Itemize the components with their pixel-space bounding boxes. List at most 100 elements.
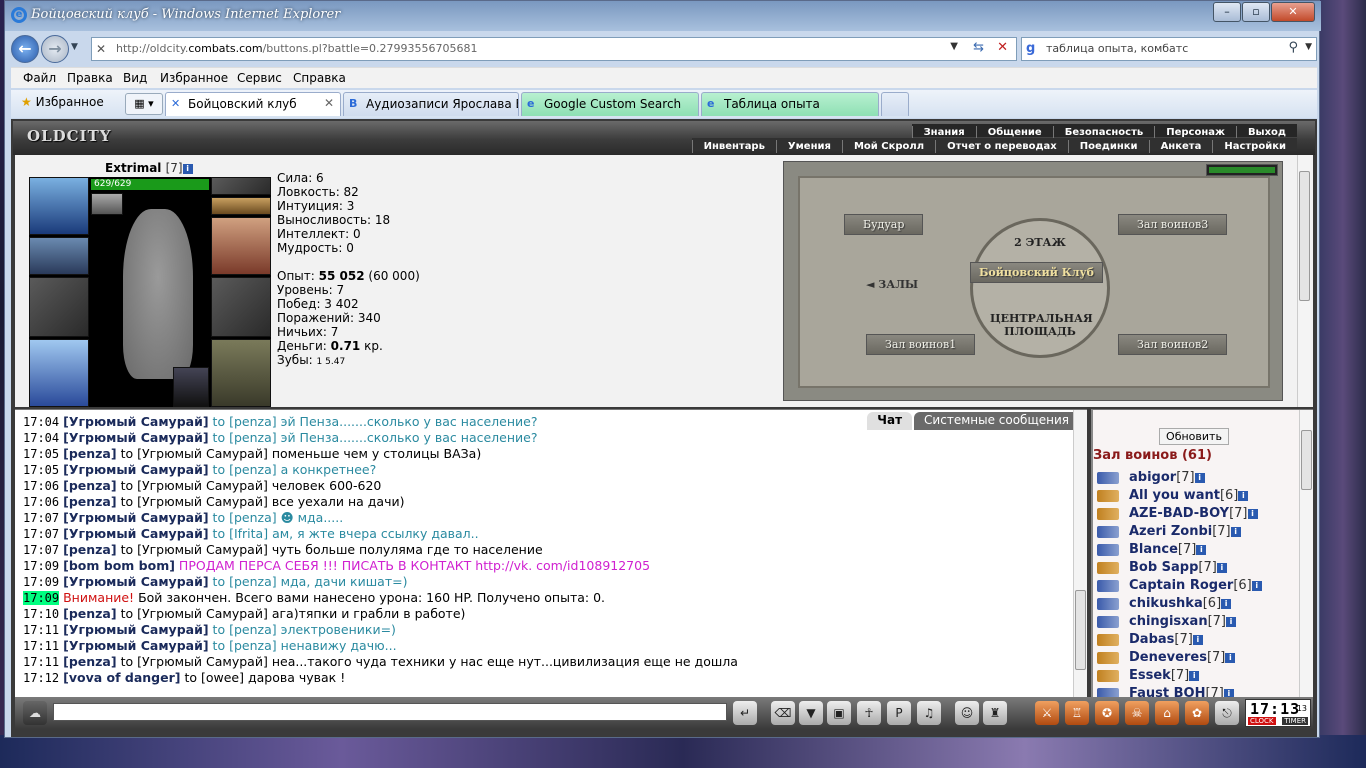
forward-button[interactable]: → bbox=[41, 35, 69, 63]
private-message-icon[interactable] bbox=[1097, 634, 1119, 646]
private-message-icon[interactable] bbox=[1097, 544, 1119, 556]
top-scrollbar[interactable] bbox=[1297, 155, 1311, 407]
chat-nick[interactable]: [Угрюмый Самурай] bbox=[63, 526, 208, 541]
info-icon[interactable]: i bbox=[182, 164, 193, 174]
user-list-item[interactable]: Azeri Zonbi[7] i bbox=[1097, 524, 1297, 542]
user-list-item[interactable]: Dabas[7] i bbox=[1097, 632, 1297, 650]
chat-time[interactable]: 17:09 bbox=[23, 559, 59, 573]
chat-nick[interactable]: [vova of danger] bbox=[63, 670, 180, 685]
chat-nick[interactable]: [penza] bbox=[63, 478, 116, 493]
smile-icon[interactable]: ☺ bbox=[955, 701, 979, 725]
exit-icon[interactable]: ⎋ bbox=[1215, 701, 1239, 725]
private-message-icon[interactable] bbox=[1097, 472, 1119, 484]
submenu-settings[interactable]: Настройки bbox=[1212, 140, 1297, 153]
user-list-item[interactable]: Blance[7] i bbox=[1097, 542, 1297, 560]
chat-time[interactable]: 17:04 bbox=[23, 415, 59, 429]
quick-tabs-button[interactable]: ▦ ▾ bbox=[125, 93, 163, 115]
chat-nick[interactable]: [penza] bbox=[63, 446, 116, 461]
translit-icon[interactable]: Р bbox=[887, 701, 911, 725]
info-icon[interactable]: i bbox=[1216, 563, 1227, 573]
bag-icon[interactable]: ♖ bbox=[1065, 701, 1089, 725]
minimize-button[interactable]: – bbox=[1213, 2, 1241, 22]
private-message-icon[interactable] bbox=[1097, 652, 1119, 664]
info-icon[interactable]: i bbox=[1189, 671, 1200, 681]
chat-recipient[interactable]: [penza] bbox=[229, 574, 277, 589]
info-icon[interactable]: i bbox=[1221, 599, 1232, 609]
chat-recipient[interactable]: [Угрюмый Самурай] bbox=[137, 542, 268, 557]
users-scrollbar[interactable] bbox=[1299, 410, 1313, 698]
user-name[interactable]: Deneveres bbox=[1129, 650, 1207, 665]
map-hall2[interactable]: Зал воинов2 bbox=[1118, 334, 1228, 355]
menu-edit[interactable]: Правка bbox=[67, 71, 113, 85]
weapon-left-slot[interactable] bbox=[29, 277, 89, 337]
user-list-item[interactable]: AZE-BAD-BOY[7] i bbox=[1097, 506, 1297, 524]
search-dropdown-icon[interactable]: ▼ bbox=[1305, 42, 1312, 52]
map-boudoir[interactable]: Будуар bbox=[844, 214, 924, 235]
user-list-item[interactable]: abigor[7] i bbox=[1097, 470, 1297, 488]
chat-nick[interactable]: [penza] bbox=[63, 654, 116, 669]
chat-time[interactable]: 17:11 bbox=[23, 639, 59, 653]
paw-icon[interactable]: ✿ bbox=[1185, 701, 1209, 725]
private-message-icon[interactable] bbox=[1097, 526, 1119, 538]
menu-help[interactable]: Справка bbox=[293, 71, 346, 85]
info-icon[interactable]: i bbox=[1226, 617, 1237, 627]
user-name[interactable]: abigor bbox=[1129, 470, 1176, 485]
info-icon[interactable]: i bbox=[1230, 527, 1241, 537]
map-halls-label[interactable]: ◄ ЗАЛЫ bbox=[866, 278, 918, 291]
chat-time[interactable]: 17:09 bbox=[23, 591, 60, 605]
private-message-icon[interactable] bbox=[1097, 490, 1119, 502]
info-icon[interactable]: i bbox=[1251, 581, 1262, 591]
map-central-square[interactable]: ЦЕНТРАЛЬНАЯ ПЛОЩАДЬ bbox=[990, 312, 1093, 338]
helmet-icon[interactable]: ♜ bbox=[983, 701, 1007, 725]
chat-time[interactable]: 17:07 bbox=[23, 527, 59, 541]
chat-nick[interactable]: [Угрюмый Самурай] bbox=[63, 574, 208, 589]
eraser-icon[interactable]: ⌫ bbox=[771, 701, 795, 725]
chat-mode-icon[interactable]: ☁ bbox=[23, 701, 47, 725]
private-message-icon[interactable] bbox=[1097, 670, 1119, 682]
user-name[interactable]: chikushka bbox=[1129, 596, 1203, 611]
chat-recipient[interactable]: [penza] bbox=[229, 414, 277, 429]
fighter-icon[interactable]: ☥ bbox=[857, 701, 881, 725]
helmet-slot[interactable] bbox=[29, 177, 89, 235]
back-button[interactable]: ← bbox=[11, 35, 39, 63]
user-name[interactable]: chingisxan bbox=[1129, 614, 1208, 629]
info-icon[interactable]: i bbox=[1238, 491, 1249, 501]
menu-tools[interactable]: Сервис bbox=[237, 71, 282, 85]
chat-recipient[interactable]: [Угрюмый Самурай] bbox=[137, 478, 268, 493]
private-message-icon[interactable] bbox=[1097, 580, 1119, 592]
chat-nick[interactable]: [Угрюмый Самурай] bbox=[63, 430, 208, 445]
info-icon[interactable]: i bbox=[1225, 653, 1236, 663]
chat-time[interactable]: 17:05 bbox=[23, 463, 59, 477]
user-list-item[interactable]: chingisxan[7] i bbox=[1097, 614, 1297, 632]
gloves-slot[interactable] bbox=[211, 217, 271, 275]
info-icon[interactable]: i bbox=[1192, 635, 1203, 645]
chat-nick[interactable]: [Угрюмый Самурай] bbox=[63, 462, 208, 477]
private-message-icon[interactable] bbox=[1097, 616, 1119, 628]
clan-icon[interactable]: ✪ bbox=[1095, 701, 1119, 725]
chat-time[interactable]: 17:11 bbox=[23, 655, 59, 669]
user-name[interactable]: All you want bbox=[1129, 488, 1220, 503]
filter-icon[interactable]: ▼ bbox=[799, 701, 823, 725]
info-icon[interactable]: i bbox=[1194, 473, 1205, 483]
chat-time[interactable]: 17:10 bbox=[23, 607, 59, 621]
search-input[interactable]: таблица опыта, комбатс bbox=[1046, 42, 1188, 55]
chat-time[interactable]: 17:06 bbox=[23, 495, 59, 509]
chat-nick[interactable]: [bom bom bom] bbox=[63, 558, 175, 573]
save-icon[interactable]: ▣ bbox=[827, 701, 851, 725]
character-nick[interactable]: Extrimal [7] i bbox=[105, 161, 193, 175]
tab-audio[interactable]: B Аудиозаписи Ярослава Б... bbox=[343, 92, 519, 116]
weapon-right-slot[interactable] bbox=[211, 277, 271, 337]
chat-recipient[interactable]: [owee] bbox=[201, 670, 244, 685]
chat-recipient[interactable]: [penza] bbox=[229, 510, 277, 525]
chat-recipient[interactable]: [Угрюмый Самурай] bbox=[137, 446, 268, 461]
submenu-inventory[interactable]: Инвентарь bbox=[691, 140, 776, 153]
tab-google-search[interactable]: e Google Custom Search bbox=[521, 92, 699, 116]
user-name[interactable]: Blance bbox=[1129, 542, 1178, 557]
map-fight-club[interactable]: Бойцовский Клуб bbox=[970, 262, 1103, 283]
user-name[interactable]: Dabas bbox=[1129, 632, 1174, 647]
pet-slot[interactable] bbox=[173, 367, 209, 407]
user-name[interactable]: Bob Sapp bbox=[1129, 560, 1198, 575]
refresh-button[interactable]: Обновить bbox=[1159, 428, 1229, 445]
chat-time[interactable]: 17:07 bbox=[23, 511, 59, 525]
user-list-item[interactable]: Captain Roger[6] i bbox=[1097, 578, 1297, 596]
